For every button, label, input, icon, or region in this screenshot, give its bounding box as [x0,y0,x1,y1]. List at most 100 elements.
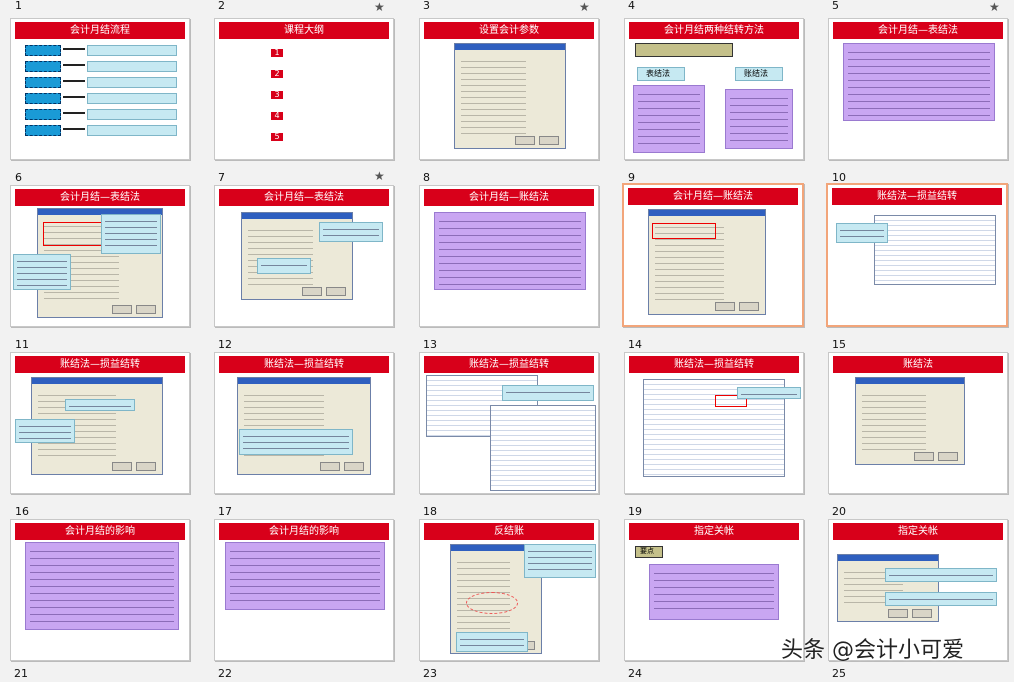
summary-panel [434,212,586,290]
callout [319,222,383,242]
slide-preview[interactable]: 会计月结—账结法 [419,185,599,327]
slide-preview[interactable]: 指定关帐 要点 [624,519,804,661]
slide-number: 21 [14,667,28,680]
table-method-label: 表结法 [637,67,685,81]
slide-number: 25 [832,667,846,680]
animation-star-icon: ★ [374,0,385,14]
dialog-screenshot [855,377,965,465]
slide-preview[interactable]: 会计月结的影响 [10,519,190,661]
flow-note [87,109,177,120]
callout [456,632,528,652]
slide-number: 2 [218,0,225,12]
slide-preview[interactable]: 账结法 [828,352,1008,494]
slide-preview[interactable]: 账结法—损益结转 [214,352,394,494]
flow-note [87,61,177,72]
slide-thumbnail-1[interactable]: 1 会计月结流程 [0,0,205,167]
header-strip [635,43,733,57]
callout [239,429,353,455]
callout [885,592,997,606]
slide-title: 会计月结—账结法 [424,189,594,206]
flow-note [87,125,177,136]
slide-thumbnail-3[interactable]: 3 设置会计参数 ★ [409,0,614,167]
callout [885,568,997,582]
slide-number: 13 [423,338,437,351]
slide-thumbnail-12[interactable]: 12 账结法—损益结转 [204,334,409,501]
slide-number: 7 [218,171,225,184]
callout [13,254,71,290]
callout [15,419,75,443]
account-method-label: 账结法 [735,67,783,81]
slide-title: 会计月结的影响 [15,523,185,540]
slide-thumbnail-16[interactable]: 16 会计月结的影响 [0,501,205,668]
slide-number: 4 [628,0,635,12]
slide-thumbnail-7[interactable]: 7 会计月结—表结法 ★ [204,167,409,334]
summary-panel [25,542,179,630]
slide-preview[interactable]: 会计月结的影响 [214,519,394,661]
slide-preview[interactable]: 会计月结—表结法 [214,185,394,327]
slide-title: 会计月结—表结法 [219,189,389,206]
slide-thumbnail-8[interactable]: 8 会计月结—账结法 [409,167,614,334]
slide-title: 账结法—损益结转 [629,356,799,373]
slide-thumbnail-18[interactable]: 18 反结账 [409,501,614,668]
slide-preview[interactable]: 账结法—损益结转 [419,352,599,494]
slide-preview[interactable]: 账结法—损益结转 [10,352,190,494]
slide-thumbnail-9[interactable]: 9 会计月结—账结法 [614,167,819,334]
animation-star-icon: ★ [989,0,1000,14]
slide-thumbnail-2[interactable]: 2 课程大纲 1 2 3 4 5 ★ [204,0,409,167]
slide-thumbnail-11[interactable]: 11 账结法—损益结转 [0,334,205,501]
slide-number: 5 [832,0,839,12]
slide-preview[interactable]: 设置会计参数 [419,18,599,160]
slide-number: 20 [832,505,846,518]
outline-item-marker: 4 [271,112,283,120]
slide-preview[interactable]: 会计月结—表结法 [10,185,190,327]
slide-thumbnail-13[interactable]: 13 账结法—损益结转 [409,334,614,501]
slide-thumbnail-17[interactable]: 17 会计月结的影响 [204,501,409,668]
summary-panel [649,564,779,620]
summary-panel [225,542,385,610]
report-table-screenshot [490,405,596,491]
slide-preview[interactable]: 会计月结—表结法 [828,18,1008,160]
slide-preview[interactable]: 会计月结两种结转方法 表结法 账结法 [624,18,804,160]
badge-text: 要点 [640,547,654,555]
table-method-text: 表结法 [646,69,670,78]
table-method-desc [633,85,705,153]
report-table-screenshot [874,215,996,285]
slide-title: 会计月结—账结法 [628,188,798,205]
summary-panel [843,43,995,121]
slide-title: 会计月结—表结法 [833,22,1003,39]
callout [65,399,135,411]
callout [502,385,594,401]
slide-number: 3 [423,0,430,12]
account-method-text: 账结法 [744,69,768,78]
animation-star-icon: ★ [579,0,590,14]
slide-thumbnail-6[interactable]: 6 会计月结—表结法 [0,167,205,334]
slide-number: 15 [832,338,846,351]
slide-preview[interactable]: 账结法—损益结转 [624,352,804,494]
slide-preview[interactable]: 反结账 [419,519,599,661]
slide-number: 22 [218,667,232,680]
slide-thumbnail-10[interactable]: 10 账结法—损益结转 [818,167,1014,334]
slide-number: 14 [628,338,642,351]
slide-preview[interactable]: 会计月结流程 [10,18,190,160]
slide-number: 6 [15,171,22,184]
slide-thumbnail-15[interactable]: 15 账结法 [818,334,1014,501]
flow-note [87,45,177,56]
dialog-screenshot [837,554,939,622]
flow-step [25,77,61,88]
slide-number: 17 [218,505,232,518]
slide-number: 19 [628,505,642,518]
account-method-desc [725,89,793,149]
outline-item-marker: 5 [271,133,283,141]
flow-step [25,45,61,56]
slide-preview[interactable]: 课程大纲 1 2 3 4 5 [214,18,394,160]
slide-preview[interactable]: 会计月结—账结法 [622,183,804,327]
slide-thumbnail-5[interactable]: 5 会计月结—表结法 ★ [818,0,1014,167]
slide-title: 指定关帐 [833,523,1003,540]
flow-step [25,125,61,136]
slide-title: 设置会计参数 [424,22,594,39]
slide-thumbnail-4[interactable]: 4 会计月结两种结转方法 表结法 账结法 [614,0,819,167]
slide-preview[interactable]: 账结法—损益结转 [826,183,1008,327]
flow-step [25,61,61,72]
slide-thumbnail-14[interactable]: 14 账结法—损益结转 [614,334,819,501]
slide-title: 账结法 [833,356,1003,373]
